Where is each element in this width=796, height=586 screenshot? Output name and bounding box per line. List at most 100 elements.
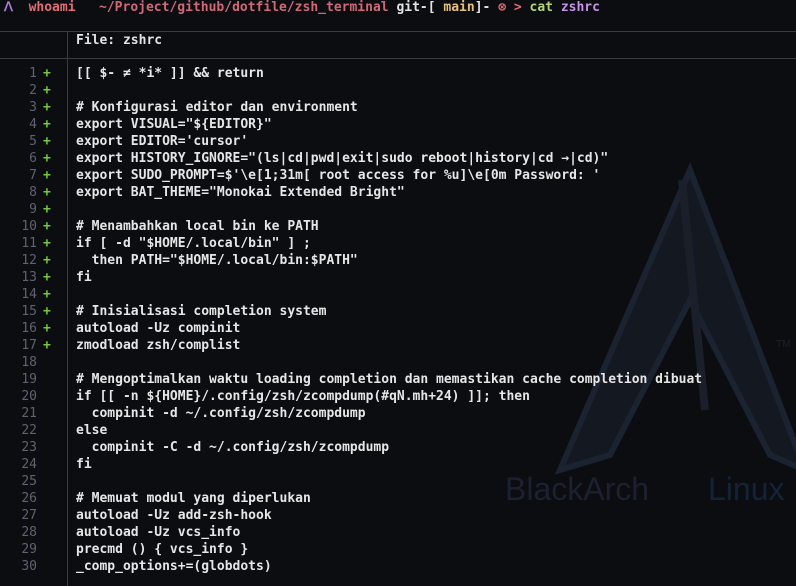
prompt-argument: zshrc	[560, 0, 600, 15]
code-line: 26 # Memuat modul yang diperlukan	[0, 490, 796, 507]
git-added-marker: +	[43, 83, 51, 98]
line-number: 13	[21, 270, 37, 285]
code-line: 21 compinit -d ~/.config/zsh/zcompdump	[0, 405, 796, 422]
code-line: 1 + [[ $- ≠ *i* ]] && return	[0, 65, 796, 82]
line-number: 7	[29, 168, 37, 183]
line-number: 8	[29, 185, 37, 200]
code-line: 25	[0, 473, 796, 490]
code-line: 8 + export BAT_THEME="Monokai Extended Bri…	[0, 184, 796, 201]
line-number: 28	[21, 525, 37, 540]
line-number: 22	[21, 423, 37, 438]
line-text: else	[76, 423, 108, 438]
line-text: # Memuat modul yang diperlukan	[76, 491, 311, 506]
line-number: 4	[29, 117, 37, 132]
line-number: 21	[21, 406, 37, 421]
line-text: export EDITOR='cursor'	[76, 134, 249, 149]
line-number: 25	[21, 474, 37, 489]
git-added-marker: +	[43, 219, 51, 234]
line-text: fi	[76, 270, 92, 285]
code-line: 17 + zmodload zsh/complist	[0, 337, 796, 354]
code-line: 4 + export VISUAL="${EDITOR}"	[0, 116, 796, 133]
code-line: 9 +	[0, 201, 796, 218]
line-number: 1	[29, 66, 37, 81]
git-added-marker: +	[43, 253, 51, 268]
line-text: # Mengoptimalkan waktu loading completio…	[76, 372, 703, 387]
git-added-marker: +	[43, 338, 51, 353]
code-line: 27 autoload -Uz add-zsh-hook	[0, 507, 796, 524]
line-text: export VISUAL="${EDITOR}"	[76, 117, 272, 132]
git-added-marker: +	[43, 287, 51, 302]
code-line: 3 + # Konfigurasi editor dan environment	[0, 99, 796, 116]
git-added-marker: +	[43, 304, 51, 319]
line-text: # Inisialisasi completion system	[76, 304, 327, 319]
code-line: 30 _comp_options+=(globdots)	[0, 558, 796, 575]
code-line: 2 +	[0, 82, 796, 99]
line-number: 29	[21, 542, 37, 557]
code-line: 28 autoload -Uz vcs_info	[0, 524, 796, 541]
line-text: export HISTORY_IGNORE="(ls|cd|pwd|exit|s…	[76, 151, 609, 166]
line-number: 15	[21, 304, 37, 319]
line-text: then PATH="$HOME/.local/bin:$PATH"	[76, 253, 358, 268]
line-text: export BAT_THEME="Monokai Extended Brigh…	[76, 185, 405, 200]
code-line: 10 + # Menambahkan local bin ke PATH	[0, 218, 796, 235]
code-line: 20 if [[ -n ${HOME}/.config/zsh/zcompdump…	[0, 388, 796, 405]
code-line: 11 + if [ -d "$HOME/.local/bin" ] ;	[0, 235, 796, 252]
line-text: # Menambahkan local bin ke PATH	[76, 219, 319, 234]
line-number: 26	[21, 491, 37, 506]
git-added-marker: +	[43, 321, 51, 336]
line-number: 3	[29, 100, 37, 115]
file-content: 1 +[[ $- ≠ *i* ]] && return 2 +3 + # Konfigur…	[0, 65, 796, 575]
prompt-git-prefix: git-[	[396, 0, 436, 15]
line-number: 17	[21, 338, 37, 353]
line-text: zmodload zsh/complist	[76, 338, 241, 353]
code-line: 24 fi	[0, 456, 796, 473]
line-number: 12	[21, 253, 37, 268]
file-header: File: zshrc	[76, 33, 163, 48]
code-line: 6 + export HISTORY_IGNORE="(ls|cd|pwd|exit…	[0, 150, 796, 167]
prompt-git-suffix: ]-	[474, 0, 491, 15]
git-added-marker: +	[43, 117, 51, 132]
line-number: 30	[21, 559, 37, 574]
prompt-path: ~/Project/github/dotfile/zsh_terminal	[99, 0, 389, 15]
line-text: _comp_options+=(globdots)	[76, 559, 272, 574]
prompt-user: whoami	[28, 0, 76, 15]
shell-prompt: ᐱ whoami ~/Project/github/dotfile/zsh_te…	[4, 0, 600, 16]
code-line: 18	[0, 354, 796, 371]
line-text: autoload -Uz compinit	[76, 321, 241, 336]
line-number: 5	[29, 134, 37, 149]
line-number: 18	[21, 355, 37, 370]
bat-frame-header-border	[0, 58, 796, 59]
line-number: 14	[21, 287, 37, 302]
code-line: 12 + then PATH="$HOME/.local/bin:$PATH"	[0, 252, 796, 269]
line-text: if [[ -n ${HOME}/.config/zsh/zcompdump(#…	[76, 389, 530, 404]
code-line: 13 + fi	[0, 269, 796, 286]
git-added-marker: +	[43, 270, 51, 285]
git-added-marker: +	[43, 236, 51, 251]
line-text: if [ -d "$HOME/.local/bin" ] ;	[76, 236, 311, 251]
line-text: [[ $- ≠ *i* ]] && return	[76, 66, 264, 81]
line-text: precmd () { vcs_info }	[76, 542, 249, 557]
git-added-marker: +	[43, 100, 51, 115]
prompt-arrow: >	[513, 0, 522, 15]
line-number: 27	[21, 508, 37, 523]
line-number: 23	[21, 440, 37, 455]
line-number: 16	[21, 321, 37, 336]
line-number: 9	[29, 202, 37, 217]
line-number: 19	[21, 372, 37, 387]
code-line: 16 + autoload -Uz compinit	[0, 320, 796, 337]
git-added-marker: +	[43, 202, 51, 217]
git-added-marker: +	[43, 151, 51, 166]
line-text: export SUDO_PROMPT=$'\e[1;31m[ root acce…	[76, 168, 601, 183]
line-text: # Konfigurasi editor dan environment	[76, 100, 358, 115]
git-added-marker: +	[43, 134, 51, 149]
code-line: 29 precmd () { vcs_info }	[0, 541, 796, 558]
line-text: fi	[76, 457, 92, 472]
prompt-git-branch: main	[443, 0, 475, 15]
code-line: 15 + # Inisialisasi completion system	[0, 303, 796, 320]
line-text: autoload -Uz add-zsh-hook	[76, 508, 272, 523]
code-line: 7 + export SUDO_PROMPT=$'\e[1;31m[ root ac…	[0, 167, 796, 184]
code-line: 22 else	[0, 422, 796, 439]
git-added-marker: +	[43, 185, 51, 200]
error-status-icon: ⊗	[498, 0, 507, 15]
line-number: 6	[29, 151, 37, 166]
